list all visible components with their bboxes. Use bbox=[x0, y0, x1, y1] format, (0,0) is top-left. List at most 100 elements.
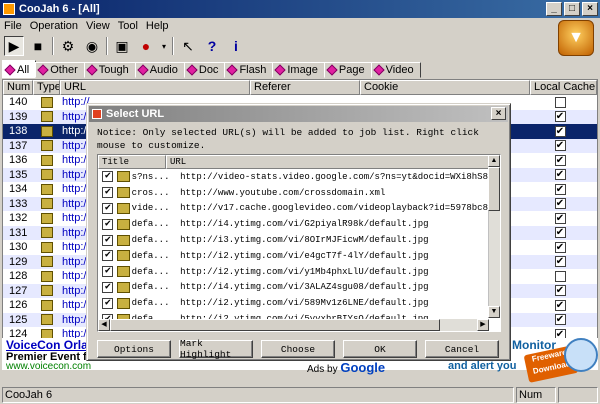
horizontal-scrollbar[interactable]: ◀ ▶ bbox=[98, 319, 489, 331]
local-cache-checkbox[interactable]: ✔ bbox=[554, 285, 566, 297]
choose-button[interactable]: Choose bbox=[261, 340, 335, 358]
dialog-close-button[interactable]: × bbox=[491, 107, 506, 120]
url-checkbox[interactable]: ✔ bbox=[102, 266, 114, 278]
col-local-cache[interactable]: Local Cache bbox=[530, 80, 597, 95]
stop-icon[interactable]: ■ bbox=[28, 36, 48, 56]
minimize-button[interactable]: _ bbox=[546, 2, 562, 16]
close-button[interactable]: × bbox=[582, 2, 598, 16]
url-row[interactable]: ✔ defa... http://i3.ytimg.com/vi/8OIrMJFic… bbox=[98, 232, 489, 248]
local-cache-cell bbox=[530, 270, 590, 282]
scroll-right-icon[interactable]: ▶ bbox=[477, 319, 489, 331]
maximize-button[interactable]: □ bbox=[564, 2, 580, 16]
file-type-icon bbox=[33, 241, 60, 253]
scroll-down-icon[interactable]: ▼ bbox=[488, 306, 500, 318]
local-cache-checkbox[interactable]: ✔ bbox=[554, 212, 566, 224]
local-cache-checkbox[interactable] bbox=[554, 96, 566, 108]
local-cache-checkbox[interactable]: ✔ bbox=[554, 111, 566, 123]
url-checkbox[interactable]: ✔ bbox=[102, 171, 114, 183]
row-num: 136 bbox=[9, 154, 28, 167]
clear-icon[interactable]: ◉ bbox=[82, 36, 102, 56]
col-dialog-url[interactable]: URL bbox=[166, 155, 489, 169]
tab-all[interactable]: All bbox=[2, 60, 37, 78]
local-cache-checkbox[interactable]: ✔ bbox=[554, 241, 566, 253]
cancel-button[interactable]: Cancel bbox=[425, 340, 499, 358]
url-checkbox[interactable]: ✔ bbox=[102, 187, 114, 199]
ads-by-google[interactable]: Ads by Google bbox=[307, 360, 385, 375]
col-title[interactable]: Title bbox=[98, 155, 166, 169]
ad-right-subtitle: and alert you bbox=[448, 360, 517, 372]
local-cache-checkbox[interactable]: ✔ bbox=[554, 314, 566, 326]
hscroll-thumb[interactable] bbox=[110, 319, 440, 331]
tab-tough[interactable]: Tough bbox=[83, 62, 136, 78]
menu-help[interactable]: Help bbox=[142, 20, 173, 32]
network-icon[interactable]: ⚙ bbox=[58, 36, 78, 56]
col-referer[interactable]: Referer bbox=[250, 80, 360, 95]
local-cache-checkbox[interactable]: ✔ bbox=[554, 169, 566, 181]
col-url[interactable]: URL bbox=[60, 80, 250, 95]
local-cache-checkbox[interactable]: ✔ bbox=[554, 154, 566, 166]
file-type-icon bbox=[33, 256, 60, 268]
options-button[interactable]: Options bbox=[97, 340, 171, 358]
url-row[interactable]: ✔ s?ns... http://video-stats.video.google.… bbox=[98, 169, 489, 185]
col-cookie[interactable]: Cookie bbox=[360, 80, 530, 95]
local-cache-checkbox[interactable]: ✔ bbox=[554, 256, 566, 268]
list-header: Num Type URL Referer Cookie Local Cache bbox=[3, 80, 597, 95]
local-cache-checkbox[interactable] bbox=[554, 270, 566, 282]
mark-highlight-button[interactable]: Mark Highlight bbox=[179, 338, 253, 360]
start-icon[interactable]: ▶ bbox=[4, 36, 24, 56]
tab-doc[interactable]: Doc bbox=[183, 62, 226, 78]
local-cache-checkbox[interactable]: ✔ bbox=[554, 198, 566, 210]
diamond-icon bbox=[186, 64, 198, 76]
url-row[interactable]: ✔ defa... http://i2.ytimg.com/vi/y1Mb4phxL… bbox=[98, 264, 489, 280]
dropdown-arrow-icon[interactable]: ▾ bbox=[160, 36, 168, 56]
local-cache-checkbox[interactable]: ✔ bbox=[554, 227, 566, 239]
tab-video[interactable]: Video bbox=[370, 62, 421, 78]
url-rows: ✔ s?ns... http://video-stats.video.google.… bbox=[98, 169, 489, 319]
record-icon[interactable]: ● bbox=[136, 36, 156, 56]
url-row[interactable]: ✔defa...http://i2.ytimg.com/vi/5yyxhrBIY… bbox=[98, 311, 489, 319]
vertical-scrollbar[interactable]: ▲ ▼ bbox=[488, 155, 500, 318]
ok-button[interactable]: OK bbox=[343, 340, 417, 358]
menu-tool[interactable]: Tool bbox=[114, 20, 142, 32]
url-list[interactable]: Title URL ✔ s?ns... http://video-stats.vid… bbox=[97, 154, 501, 332]
url-checkbox[interactable]: ✔ bbox=[102, 281, 114, 293]
local-cache-checkbox[interactable]: ✔ bbox=[554, 140, 566, 152]
local-cache-checkbox[interactable]: ✔ bbox=[554, 125, 566, 137]
file-icon bbox=[116, 171, 130, 183]
tab-flash[interactable]: Flash bbox=[224, 62, 274, 78]
url-checkbox[interactable]: ✔ bbox=[102, 250, 114, 262]
local-cache-checkbox[interactable]: ✔ bbox=[554, 299, 566, 311]
url-row[interactable]: ✔ cros... http://www.youtube.com/crossdoma… bbox=[98, 185, 489, 201]
scroll-up-icon[interactable]: ▲ bbox=[488, 155, 500, 167]
tab-other[interactable]: Other bbox=[35, 62, 85, 78]
url-row[interactable]: ✔ vide... http://v17.cache.googlevideo.com… bbox=[98, 201, 489, 217]
url-row[interactable]: ✔ defa... http://i4.ytimg.com/vi/3ALAZ4sgu… bbox=[98, 280, 489, 296]
url-row[interactable]: ✔ defa... http://i2.ytimg.com/vi/e4gcT7f-4… bbox=[98, 248, 489, 264]
file-icon bbox=[116, 234, 130, 246]
url-checkbox[interactable]: ✔ bbox=[102, 218, 114, 230]
menu-operation[interactable]: Operation bbox=[26, 20, 82, 32]
tab-image[interactable]: Image bbox=[272, 62, 325, 78]
tab-audio[interactable]: Audio bbox=[134, 62, 185, 78]
tab-page[interactable]: Page bbox=[323, 62, 372, 78]
url-checkbox[interactable]: ✔ bbox=[102, 202, 114, 214]
url-row[interactable]: ✔ defa... http://i4.ytimg.com/vi/G2piyalR9… bbox=[98, 216, 489, 232]
context-help-icon[interactable]: ↖ bbox=[178, 36, 198, 56]
url-checkbox[interactable]: ✔ bbox=[102, 234, 114, 246]
local-cache-checkbox[interactable]: ✔ bbox=[554, 183, 566, 195]
file-type-icon bbox=[33, 299, 60, 311]
scroll-left-icon[interactable]: ◀ bbox=[98, 319, 110, 331]
save-icon[interactable]: ▣ bbox=[112, 36, 132, 56]
col-num[interactable]: Num bbox=[3, 80, 33, 95]
menu-file[interactable]: File bbox=[0, 20, 26, 32]
info-icon[interactable]: i bbox=[226, 36, 246, 56]
scroll-thumb[interactable] bbox=[488, 167, 500, 211]
url-checkbox[interactable]: ✔ bbox=[102, 297, 114, 309]
col-type[interactable]: Type bbox=[33, 80, 60, 95]
menu-view[interactable]: View bbox=[82, 20, 114, 32]
local-cache-cell: ✔ bbox=[530, 111, 590, 123]
url-row[interactable]: ✔ defa... http://i2.ytimg.com/vi/589Mv1z6L… bbox=[98, 295, 489, 311]
local-cache-cell: ✔ bbox=[530, 212, 590, 224]
ad-site[interactable]: www.voicecon.com bbox=[6, 361, 91, 372]
help-icon[interactable]: ? bbox=[202, 36, 222, 56]
